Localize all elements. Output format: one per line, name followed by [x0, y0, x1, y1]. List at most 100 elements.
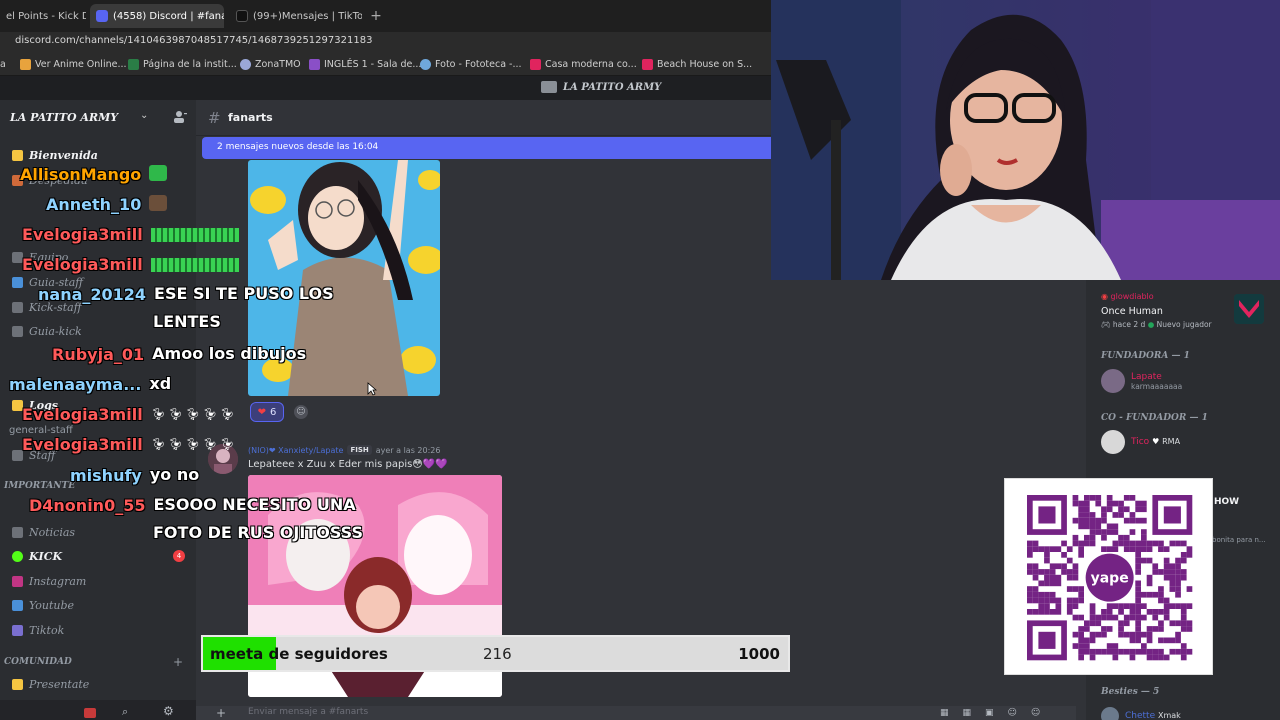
emote-icon — [149, 165, 168, 181]
qr-module — [1169, 637, 1176, 644]
qr-module — [1089, 648, 1096, 655]
qr-module — [1146, 648, 1153, 655]
qr-module — [1049, 569, 1056, 575]
discord-icon — [96, 10, 108, 22]
qr-module — [1175, 631, 1181, 638]
channel-bienvenida[interactable]: Bienvenida — [12, 146, 98, 164]
chat-message: FOTO DE RUS OJITOSSS — [153, 523, 363, 547]
member-item[interactable]: Tico ♥ RMA — [1101, 430, 1180, 454]
qr-module — [1072, 597, 1079, 604]
qr-module — [1066, 586, 1073, 592]
qr-module — [1123, 648, 1130, 655]
message-author[interactable]: (NIO)❤︎ Xanxiety/Lapate — [248, 446, 343, 455]
bookmark-cut[interactable]: a — [0, 57, 6, 71]
qr-module — [1129, 546, 1136, 552]
qr-module — [1123, 517, 1130, 524]
add-channel-icon[interactable]: + — [173, 655, 183, 669]
channel-tiktok[interactable]: Tiktok — [12, 621, 64, 639]
composer-icons[interactable]: ▦▦▣☺☺ — [940, 708, 1054, 718]
qr-module — [1169, 574, 1176, 581]
bookmark-institucion[interactable]: Página de la instit... — [128, 57, 237, 71]
bookmark-ingles[interactable]: INGLÉS 1 - Sala de... — [309, 57, 421, 71]
show-label: HOW — [1214, 497, 1240, 507]
bookmark-fototeca[interactable]: Foto - Fototeca -... — [420, 57, 522, 71]
heart-reaction[interactable]: ❤ 6 — [250, 402, 284, 422]
member-name: Chette — [1125, 711, 1156, 720]
chevron-down-icon[interactable]: ⌄ — [140, 110, 148, 121]
qr-module — [1049, 563, 1056, 570]
qr-module — [1169, 603, 1176, 609]
channel-guia-kick[interactable]: Guia-kick — [12, 322, 82, 340]
role-tag: FISH — [347, 445, 372, 455]
qr-module — [1112, 643, 1119, 649]
bookmark-beach[interactable]: Beach House on S... — [642, 57, 752, 71]
bookmark-casa[interactable]: Casa moderna co... — [530, 57, 637, 71]
qr-module — [1129, 529, 1136, 535]
channel-instagram[interactable]: Instagram — [12, 572, 86, 590]
qr-module — [1163, 614, 1170, 621]
member-status: bonita para n... — [1212, 536, 1266, 544]
tab-kick-dashboard[interactable]: el Points - Kick Das — [0, 4, 86, 28]
qr-module — [1032, 546, 1039, 552]
qr-module — [1032, 597, 1039, 604]
qr-module — [1112, 523, 1119, 530]
member-item[interactable]: Chette Xmak — [1101, 707, 1181, 720]
qr-module — [1180, 609, 1187, 615]
qr-finder — [1163, 506, 1181, 524]
channel-kick[interactable]: KICK — [12, 547, 62, 565]
bookmark-zonatmo[interactable]: ZonaTMO — [240, 57, 301, 71]
invite-icon[interactable] — [173, 110, 187, 124]
qr-module — [1044, 591, 1050, 598]
tab-discord[interactable]: (4558) Discord | #fanarts — [90, 4, 224, 28]
qr-module — [1129, 637, 1136, 644]
qr-module — [1175, 648, 1181, 655]
qr-module — [1158, 597, 1164, 604]
channel-header — [196, 100, 776, 136]
member-item[interactable]: Lapate karmaaaaaaa — [1101, 369, 1182, 393]
chat-username: D4nonin0_55 — [29, 496, 146, 515]
chat-username: Evelogia3mill — [22, 435, 143, 454]
qr-module — [1106, 626, 1113, 632]
qr-module — [1146, 574, 1153, 581]
qr-module — [1072, 563, 1079, 570]
qr-module — [1158, 546, 1164, 552]
bookmark-label: Ver Anime Online... — [35, 58, 127, 70]
server-name[interactable]: LA PATITO ARMY — [10, 111, 118, 124]
bookmark-label: ZonaTMO — [255, 58, 301, 70]
qr-module — [1044, 574, 1050, 581]
qr-module — [1112, 648, 1119, 655]
new-tab-button[interactable]: + — [368, 8, 384, 24]
qr-module — [1089, 614, 1096, 621]
activity-user[interactable]: ◉ glowdiablo — [1101, 292, 1154, 301]
qr-module — [1123, 495, 1130, 501]
qr-module — [1089, 631, 1096, 638]
channel-presentate[interactable]: Presentate — [12, 675, 89, 693]
qr-module — [1180, 643, 1187, 649]
message-header: (NIO)❤︎ Xanxiety/Lapate FISH ayer a las … — [248, 445, 440, 455]
qr-module — [1135, 546, 1141, 552]
category-important[interactable]: IMPORTANTE — [4, 481, 75, 491]
qr-module — [1101, 546, 1107, 552]
qr-module — [1049, 574, 1056, 581]
attach-icon[interactable]: + — [216, 706, 226, 720]
qr-module — [1158, 626, 1164, 632]
bookmark-anime[interactable]: Ver Anime Online... — [20, 57, 127, 71]
qr-module — [1078, 597, 1084, 604]
qr-module — [1152, 569, 1159, 575]
tab-tiktok[interactable]: (99+)Mensajes | TikTok — [230, 4, 362, 28]
yape-brand: yape — [1091, 571, 1129, 587]
qr-module — [1123, 546, 1130, 552]
gear-icon[interactable]: ⚙ — [163, 704, 174, 718]
qr-module — [1072, 500, 1079, 507]
category-community[interactable]: COMUNIDAD — [4, 657, 72, 667]
qr-module — [1175, 603, 1181, 609]
add-reaction-icon[interactable]: ☺ — [294, 405, 308, 419]
channel-noticias[interactable]: Noticias — [12, 523, 75, 541]
qr-module — [1084, 495, 1090, 501]
headphones-icon[interactable]: ⌕ — [122, 705, 128, 719]
qr-module — [1084, 517, 1090, 524]
mic-muted-icon[interactable] — [84, 708, 96, 718]
qr-module — [1180, 620, 1187, 627]
channel-youtube[interactable]: Youtube — [12, 596, 74, 614]
goal-label: meeta de seguidores — [210, 645, 388, 663]
